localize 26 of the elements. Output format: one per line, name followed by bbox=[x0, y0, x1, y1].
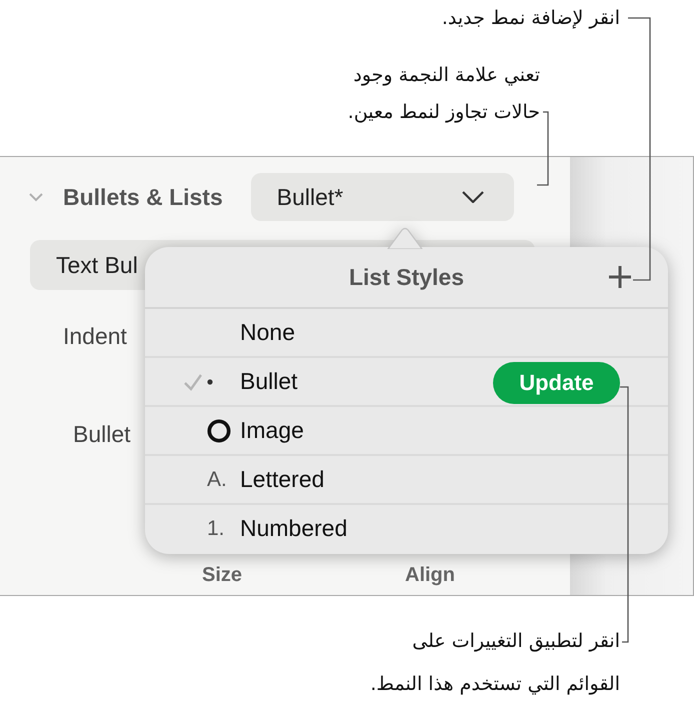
callout-text: تعني علامة النجمة وجود حالات تجاوز لنمط معين. bbox=[348, 63, 540, 125]
column-label: Size bbox=[202, 564, 242, 587]
list-style-item[interactable]: Bullet Update bbox=[145, 358, 668, 407]
list-style-item[interactable]: None bbox=[145, 309, 668, 358]
style-name: Image bbox=[240, 417, 304, 444]
style-name: Lettered bbox=[240, 466, 324, 493]
add-icon[interactable] bbox=[608, 265, 632, 289]
style-name: Bullet bbox=[240, 368, 298, 395]
style-dropdown[interactable]: Bullet* bbox=[250, 173, 514, 221]
circle-icon bbox=[207, 418, 231, 442]
column-label: Align bbox=[405, 564, 455, 587]
callout-text: انقر لإضافة نمط جديد. bbox=[442, 6, 620, 31]
field-label: Bullet bbox=[73, 421, 131, 448]
list-marker: A. bbox=[207, 468, 227, 492]
chevron-icon bbox=[462, 191, 484, 203]
section-title: Bullets & Lists bbox=[63, 184, 223, 210]
style-name: None bbox=[240, 319, 295, 346]
popover-title: List Styles bbox=[348, 264, 464, 290]
callout-text: انقر لتطبيق التغييرات على القوائم التي تستخدم هذا النمط. bbox=[370, 629, 620, 697]
list-style-item[interactable]: 1. Numbered bbox=[145, 505, 668, 552]
list-style-item[interactable]: Image bbox=[145, 407, 668, 456]
field-label: Indent bbox=[63, 323, 127, 350]
list-marker: 1. bbox=[207, 516, 225, 540]
style-name: Numbered bbox=[240, 515, 348, 542]
bullet-icon bbox=[207, 378, 213, 384]
list-style-item[interactable]: A. Lettered bbox=[145, 456, 668, 505]
